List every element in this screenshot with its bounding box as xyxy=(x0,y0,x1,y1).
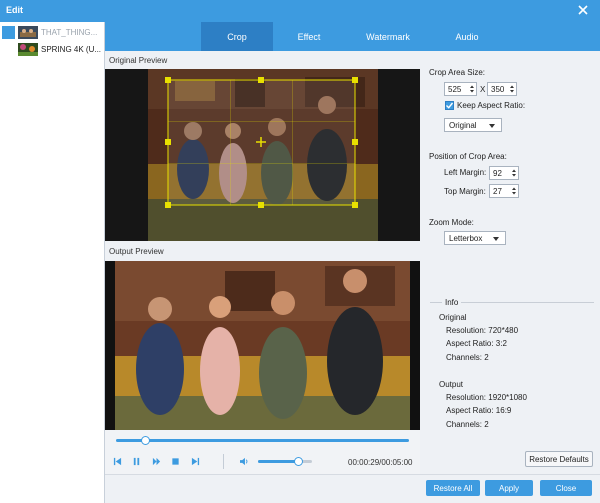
left-margin-label: Left Margin: xyxy=(444,168,487,177)
volume-fill xyxy=(258,460,299,463)
tab-crop[interactable]: Crop xyxy=(201,22,273,51)
info-title: Info xyxy=(442,298,462,307)
apply-button[interactable]: Apply xyxy=(485,480,533,496)
checkmark-icon xyxy=(446,102,454,109)
file-name: SPRING 4K (U... xyxy=(41,45,102,54)
volume-icon[interactable] xyxy=(239,457,250,466)
original-preview xyxy=(105,69,420,241)
crop-width-input[interactable]: 525 xyxy=(444,82,477,96)
zoom-mode-value: Letterbox xyxy=(449,233,483,243)
chevron-down-icon xyxy=(489,124,495,128)
volume-handle[interactable] xyxy=(294,457,303,466)
restore-defaults-button[interactable]: Restore Defaults xyxy=(525,451,593,467)
output-preview xyxy=(105,261,420,430)
keep-aspect-checkbox[interactable] xyxy=(445,101,454,110)
file-name: THAT_THING... xyxy=(41,28,98,37)
tab-audio[interactable]: Audio xyxy=(431,22,503,51)
original-resolution: Resolution: 720*480 xyxy=(446,326,519,335)
tab-effect[interactable]: Effect xyxy=(273,22,345,51)
video-thumbnail xyxy=(18,43,38,56)
tab-watermark[interactable]: Watermark xyxy=(347,22,429,51)
spin-arrows-icon[interactable] xyxy=(469,84,475,94)
divider xyxy=(223,454,224,469)
title-bar: Edit xyxy=(0,0,600,22)
output-preview-label: Output Preview xyxy=(109,247,164,256)
left-margin-input[interactable]: 92 xyxy=(489,166,519,180)
original-video-frame xyxy=(105,69,420,241)
window-title: Edit xyxy=(6,5,23,15)
close-button[interactable]: Close xyxy=(540,480,592,496)
aspect-ratio-select[interactable]: Original xyxy=(444,118,502,132)
left-margin-value: 92 xyxy=(493,168,502,178)
file-list: THAT_THING... SPRING 4K (U... xyxy=(0,22,105,503)
keep-aspect-label: Keep Aspect Ratio: xyxy=(457,101,526,110)
top-margin-value: 27 xyxy=(493,186,502,196)
marker-placeholder xyxy=(2,43,15,56)
crop-position-label: Position of Crop Area: xyxy=(429,152,507,161)
spin-arrows-icon[interactable] xyxy=(511,186,517,196)
stop-icon[interactable] xyxy=(171,457,180,466)
progress-handle[interactable] xyxy=(140,436,150,445)
aspect-ratio-value: Original xyxy=(449,120,477,130)
selected-marker xyxy=(2,26,15,39)
output-video-frame xyxy=(105,261,420,430)
file-item[interactable]: THAT_THING... xyxy=(0,24,104,41)
output-resolution: Resolution: 1920*1080 xyxy=(446,393,527,402)
tab-bar: Crop Effect Watermark Audio xyxy=(105,22,600,51)
output-heading: Output xyxy=(439,380,464,389)
time-display: 00:00:29/00:05:00 xyxy=(348,458,413,467)
zoom-mode-label: Zoom Mode: xyxy=(429,218,474,227)
fast-forward-icon[interactable] xyxy=(152,457,161,466)
top-margin-label: Top Margin: xyxy=(444,187,486,196)
original-heading: Original xyxy=(439,313,467,322)
close-icon[interactable] xyxy=(576,3,590,17)
skip-next-icon[interactable] xyxy=(191,457,200,466)
spin-arrows-icon[interactable] xyxy=(509,84,515,94)
top-margin-input[interactable]: 27 xyxy=(489,184,519,198)
video-thumbnail xyxy=(18,26,38,39)
size-separator: X xyxy=(480,85,486,94)
original-aspect-ratio: Aspect Ratio: 3:2 xyxy=(446,339,507,348)
crop-width-value: 525 xyxy=(448,84,462,94)
crop-height-value: 350 xyxy=(491,84,505,94)
original-channels: Channels: 2 xyxy=(446,353,489,362)
progress-track[interactable] xyxy=(116,439,409,442)
restore-all-button[interactable]: Restore All xyxy=(426,480,480,496)
output-aspect-ratio: Aspect Ratio: 16:9 xyxy=(446,406,512,415)
pause-icon[interactable] xyxy=(132,457,141,466)
chevron-down-icon xyxy=(493,237,499,241)
file-item[interactable]: SPRING 4K (U... xyxy=(0,41,104,58)
spin-arrows-icon[interactable] xyxy=(511,168,517,178)
playback-controls: 00:00:29/00:05:00 xyxy=(105,430,420,474)
crop-area-size-label: Crop Area Size: xyxy=(429,68,486,77)
zoom-mode-select[interactable]: Letterbox xyxy=(444,231,506,245)
crop-height-input[interactable]: 350 xyxy=(487,82,517,96)
output-channels: Channels: 2 xyxy=(446,420,489,429)
original-preview-label: Original Preview xyxy=(109,56,168,65)
skip-previous-icon[interactable] xyxy=(113,457,122,466)
